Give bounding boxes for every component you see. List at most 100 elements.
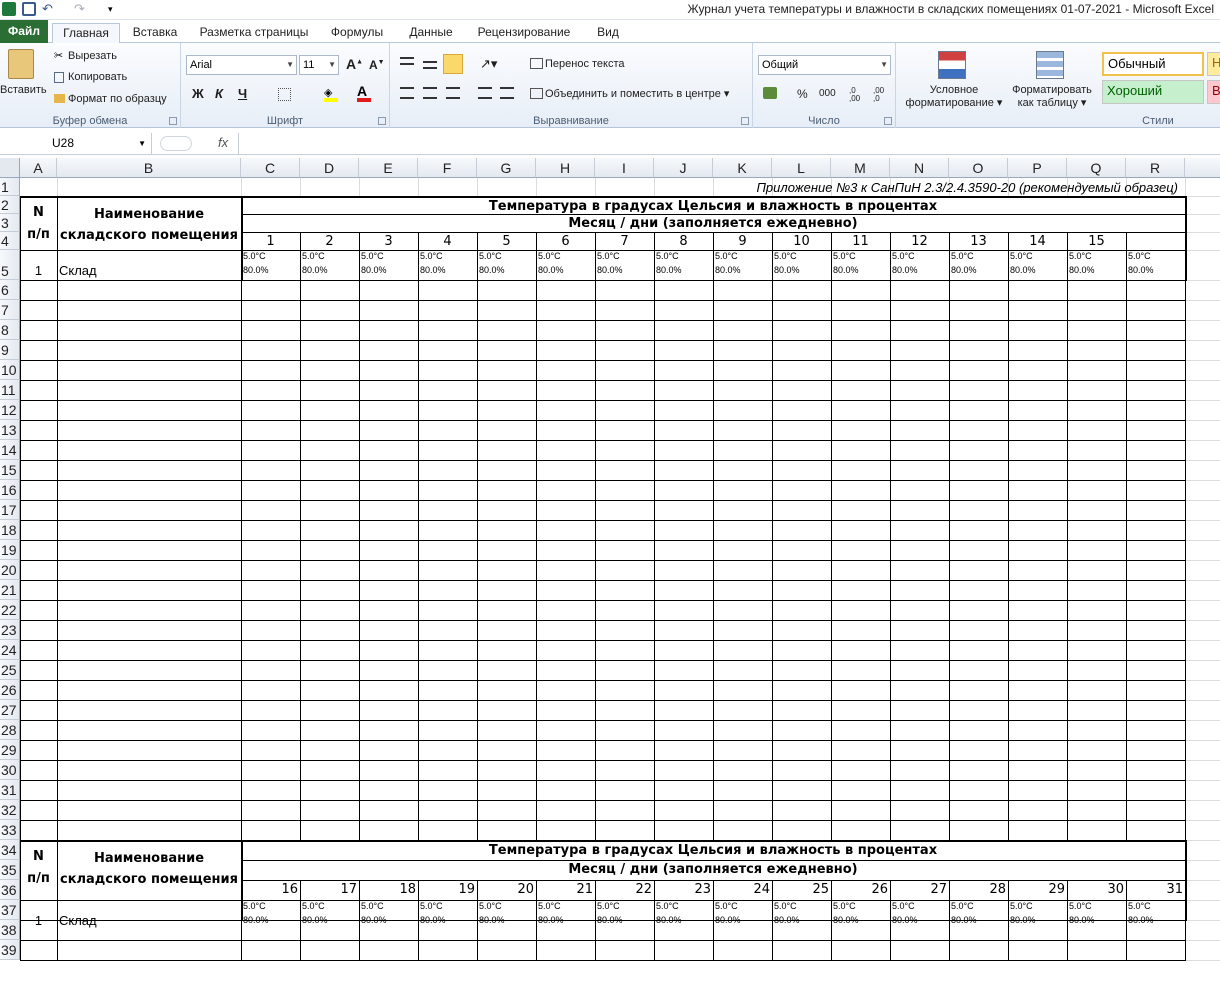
style-good[interactable]: Хороший (1102, 80, 1204, 104)
row-header[interactable]: 28 (0, 720, 20, 740)
decrease-indent-icon[interactable] (478, 87, 492, 99)
orientation-icon[interactable]: ↗▾ (480, 56, 497, 72)
column-header[interactable]: K (713, 158, 772, 178)
row-header[interactable]: 5 (0, 250, 20, 280)
tab-insert[interactable]: Вставка (126, 23, 184, 43)
tab-formulas[interactable]: Формулы (326, 23, 388, 43)
tab-home[interactable]: Главная (52, 23, 120, 44)
redo-icon[interactable]: ↷ (74, 2, 88, 16)
fill-color-icon[interactable]: ◈ (324, 86, 338, 102)
increase-decimal-button[interactable]: ,0 ,00 (849, 87, 865, 103)
borders-icon[interactable] (278, 88, 291, 101)
italic-button[interactable]: К (215, 86, 223, 101)
paste-button[interactable]: Вставить (0, 84, 47, 96)
style-bad[interactable]: В (1207, 80, 1220, 104)
number-format-select[interactable]: Общий ▼ (758, 55, 891, 75)
row-header[interactable]: 32 (0, 800, 20, 820)
tab-view[interactable]: Вид (588, 23, 628, 43)
row-header[interactable]: 35 (0, 860, 20, 880)
insert-function-icon[interactable]: fx (218, 135, 228, 150)
row-header[interactable]: 14 (0, 440, 20, 460)
name-box[interactable]: U28 ▼ (0, 133, 152, 154)
dialog-launcher-icon[interactable] (741, 117, 749, 125)
row-header[interactable]: 21 (0, 580, 20, 600)
font-size-select[interactable]: 11 ▼ (299, 55, 339, 75)
row-header[interactable]: 6 (0, 280, 20, 300)
row-header[interactable]: 31 (0, 780, 20, 800)
row-header[interactable]: 3 (0, 214, 20, 232)
tab-data[interactable]: Данные (400, 23, 462, 43)
column-header[interactable]: H (536, 158, 595, 178)
tab-page-layout[interactable]: Разметка страницы (194, 23, 314, 43)
column-header[interactable]: D (300, 158, 359, 178)
shrink-font-icon[interactable]: A▼ (369, 58, 385, 72)
font-name-select[interactable]: Arial ▼ (186, 55, 297, 75)
row-header[interactable]: 1 (0, 178, 20, 196)
row-header[interactable]: 17 (0, 500, 20, 520)
row-header[interactable]: 18 (0, 520, 20, 540)
column-header[interactable]: G (477, 158, 536, 178)
row-header[interactable]: 23 (0, 620, 20, 640)
row-header[interactable]: 16 (0, 480, 20, 500)
thousands-button[interactable]: 000 (819, 88, 836, 99)
row-header[interactable]: 12 (0, 400, 20, 420)
row-header[interactable]: 25 (0, 660, 20, 680)
wrap-text-button[interactable]: Перенос текста (530, 58, 625, 70)
cut-button[interactable]: Вырезать (68, 50, 117, 62)
column-header[interactable]: N (890, 158, 949, 178)
row-header[interactable]: 38 (0, 920, 20, 940)
row-header[interactable]: 37 (0, 900, 20, 920)
row-header[interactable]: 22 (0, 600, 20, 620)
tab-review[interactable]: Рецензирование (474, 23, 574, 43)
column-header[interactable]: I (595, 158, 654, 178)
column-header[interactable]: A (20, 158, 57, 178)
column-header[interactable]: B (57, 158, 241, 178)
column-header[interactable]: L (772, 158, 831, 178)
row-header[interactable]: 8 (0, 320, 20, 340)
format-painter-button[interactable]: Формат по образцу (68, 93, 167, 105)
column-header[interactable]: R (1126, 158, 1185, 178)
save-icon[interactable] (22, 2, 36, 16)
undo-icon[interactable]: ↶ (42, 2, 56, 16)
row-header[interactable]: 10 (0, 360, 20, 380)
currency-icon[interactable] (763, 87, 777, 99)
row-header[interactable]: 2 (0, 196, 20, 214)
grow-font-icon[interactable]: A▲ (346, 56, 363, 72)
column-header[interactable]: P (1008, 158, 1067, 178)
align-middle-icon[interactable] (423, 61, 437, 69)
worksheet-grid[interactable]: A B C D E F G H I J K L M N O P Q R 1 2 3 4 5 6 7 8 9 10 11 12 13 14 15 1… (0, 158, 1220, 983)
row-header[interactable]: 33 (0, 820, 20, 840)
percent-button[interactable]: % (797, 87, 808, 101)
row-header[interactable]: 7 (0, 300, 20, 320)
align-left-icon[interactable] (400, 87, 414, 99)
row-header[interactable]: 20 (0, 560, 20, 580)
align-right-icon[interactable] (446, 87, 460, 99)
column-header[interactable]: E (359, 158, 418, 178)
row-header[interactable]: 34 (0, 840, 20, 860)
row-header[interactable]: 13 (0, 420, 20, 440)
style-normal[interactable]: Обычный (1102, 52, 1204, 76)
dialog-launcher-icon[interactable] (169, 117, 177, 125)
conditional-format-button[interactable]: Условное форматирование ▾ (904, 84, 1004, 110)
row-header[interactable]: 19 (0, 540, 20, 560)
row-header[interactable]: 9 (0, 340, 20, 360)
row-header[interactable]: 30 (0, 760, 20, 780)
increase-indent-icon[interactable] (500, 87, 514, 99)
row-header[interactable]: 29 (0, 740, 20, 760)
merge-center-button[interactable]: Объединить и поместить в центре ▾ (530, 87, 729, 100)
row-header[interactable]: 36 (0, 880, 20, 900)
format-as-table-button[interactable]: Форматировать как таблицу ▾ (1006, 84, 1098, 110)
column-header[interactable]: F (418, 158, 477, 178)
row-header[interactable]: 26 (0, 680, 20, 700)
column-header[interactable]: C (241, 158, 300, 178)
select-all-corner[interactable] (0, 158, 20, 178)
underline-button[interactable]: Ч (238, 86, 247, 101)
decrease-decimal-button[interactable]: ,00 ,0 (873, 87, 889, 103)
dialog-launcher-icon[interactable] (884, 117, 892, 125)
align-center-icon[interactable] (423, 87, 437, 99)
align-top-icon[interactable] (400, 57, 414, 65)
row-header[interactable]: 11 (0, 380, 20, 400)
row-header[interactable]: 39 (0, 940, 20, 960)
column-header[interactable]: M (831, 158, 890, 178)
tab-file[interactable]: Файл (0, 20, 48, 43)
